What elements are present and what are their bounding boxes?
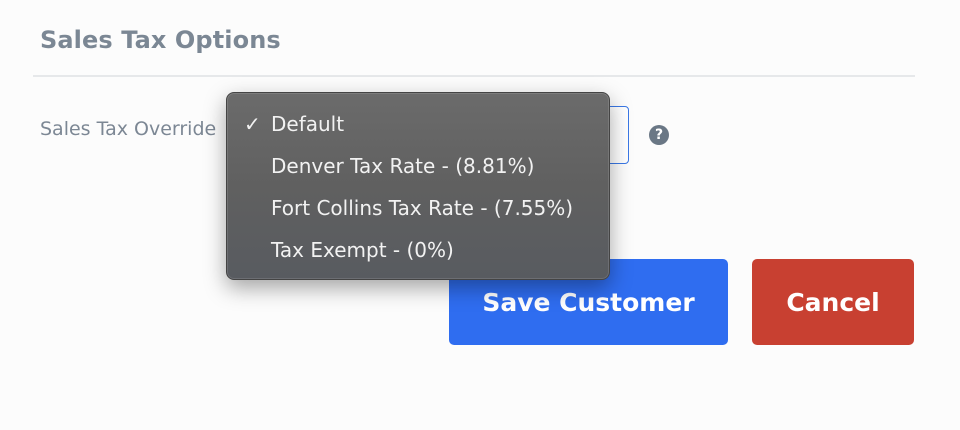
dropdown-option-fort-collins[interactable]: Fort Collins Tax Rate - (7.55%) xyxy=(227,187,609,229)
section-title: Sales Tax Options xyxy=(40,26,281,54)
dropdown-option-label: Denver Tax Rate - (8.81%) xyxy=(271,154,535,178)
sales-tax-override-dropdown-menu: ✓ Default Denver Tax Rate - (8.81%) Fort… xyxy=(226,92,610,280)
sales-tax-options-panel: Sales Tax Options Sales Tax Override ? S… xyxy=(0,0,960,430)
sales-tax-override-label: Sales Tax Override xyxy=(40,118,217,140)
dropdown-option-label: Tax Exempt - (0%) xyxy=(271,238,454,262)
dropdown-option-label: Default xyxy=(271,112,345,136)
dropdown-option-label: Fort Collins Tax Rate - (7.55%) xyxy=(271,196,574,220)
cancel-button[interactable]: Cancel xyxy=(752,259,914,345)
question-circle-icon[interactable]: ? xyxy=(649,125,669,145)
section-divider xyxy=(33,75,915,77)
checkmark-icon: ✓ xyxy=(244,112,261,136)
dropdown-option-tax-exempt[interactable]: Tax Exempt - (0%) xyxy=(227,229,609,271)
dropdown-option-default[interactable]: ✓ Default xyxy=(227,103,609,145)
dropdown-option-denver[interactable]: Denver Tax Rate - (8.81%) xyxy=(227,145,609,187)
